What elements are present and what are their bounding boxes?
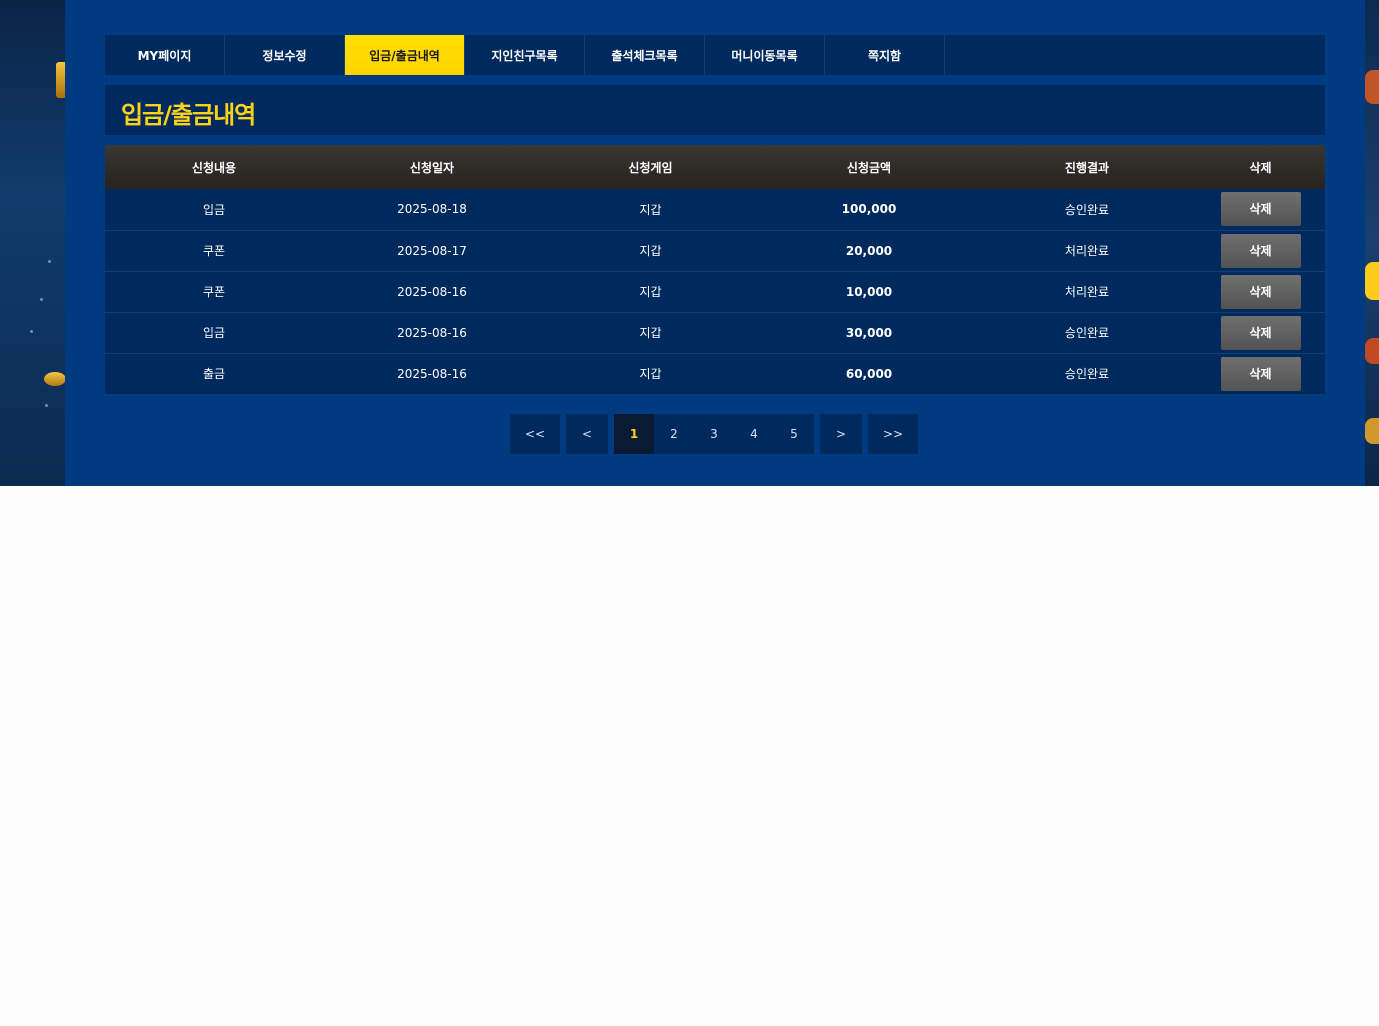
tab-friend-list[interactable]: 지인친구목록 — [465, 35, 585, 75]
table-row: 입금 2025-08-18 지갑 100,000 승인완료 삭제 — [105, 189, 1325, 230]
sparkle-dot — [48, 260, 51, 263]
cell-game: 지갑 — [639, 326, 662, 340]
cell-game: 지갑 — [639, 367, 662, 381]
next-page-button[interactable]: > — [820, 414, 862, 454]
cell-type: 쿠폰 — [202, 244, 226, 258]
sparkle-dot — [45, 404, 48, 407]
decor-shape — [1365, 418, 1379, 444]
cell-date: 2025-08-16 — [397, 366, 467, 381]
column-header-amount: 신청금액 — [846, 160, 892, 175]
page-title: 입금/출금내역 — [121, 101, 256, 129]
table-header-row: 신청내용 신청일자 신청게임 신청금액 진행결과 삭제 — [105, 145, 1325, 189]
page-background: MY페이지 정보수정 입금/출금내역 지인친구목록 출석체크목록 머니이동목록 … — [0, 0, 1379, 486]
sparkle-dot — [40, 298, 43, 301]
pagination: << < 1 2 3 4 5 > >> — [510, 414, 918, 454]
cell-game: 지갑 — [639, 244, 662, 258]
decor-shape — [1365, 70, 1379, 104]
page-number[interactable]: 5 — [774, 414, 814, 454]
history-table: 신청내용 신청일자 신청게임 신청금액 진행결과 삭제 입금 2025-08-1… — [105, 145, 1325, 395]
page-number[interactable]: 3 — [694, 414, 734, 454]
cell-action: 삭제 — [1196, 312, 1325, 353]
cell-action: 삭제 — [1196, 230, 1325, 271]
cell-result: 승인완료 — [1064, 367, 1110, 381]
sparkle-dot — [30, 330, 33, 333]
cell-game: 지갑 — [639, 202, 662, 217]
cell-date: 2025-08-16 — [397, 325, 467, 340]
mypage-panel: MY페이지 정보수정 입금/출금내역 지인친구목록 출석체크목록 머니이동목록 … — [65, 0, 1365, 486]
cell-amount: 60,000 — [845, 366, 893, 381]
cell-action: 삭제 — [1196, 353, 1325, 394]
tab-money-transfer-list[interactable]: 머니이동목록 — [705, 35, 825, 75]
delete-button[interactable]: 삭제 — [1220, 192, 1301, 227]
cell-type: 입금 — [202, 202, 226, 217]
cell-amount: 10,000 — [845, 284, 893, 299]
page-number-current[interactable]: 1 — [614, 414, 654, 454]
tab-my-page[interactable]: MY페이지 — [105, 35, 225, 75]
column-header-type: 신청내용 — [191, 160, 237, 175]
delete-button[interactable]: 삭제 — [1220, 233, 1301, 268]
gold-coin-decor — [44, 372, 66, 386]
page-number[interactable]: 4 — [734, 414, 774, 454]
tab-messages[interactable]: 쪽지함 — [825, 35, 945, 75]
decorative-right-art — [1365, 0, 1379, 486]
table-row: 쿠폰 2025-08-17 지갑 20,000 처리완료 삭제 — [105, 230, 1325, 271]
first-page-button[interactable]: << — [510, 414, 560, 454]
decor-shape — [1365, 262, 1379, 300]
table-row: 쿠폰 2025-08-16 지갑 10,000 처리완료 삭제 — [105, 271, 1325, 312]
delete-button[interactable]: 삭제 — [1220, 315, 1301, 350]
table-row: 출금 2025-08-16 지갑 60,000 승인완료 삭제 — [105, 353, 1325, 394]
delete-button[interactable]: 삭제 — [1220, 274, 1301, 309]
mypage-tabs: MY페이지 정보수정 입금/출금내역 지인친구목록 출석체크목록 머니이동목록 … — [105, 35, 1325, 75]
column-header-delete: 삭제 — [1249, 160, 1272, 175]
cell-result: 처리완료 — [1064, 244, 1110, 258]
tab-edit-info[interactable]: 정보수정 — [225, 35, 345, 75]
section-title-bar: 입금/출금내역 — [105, 85, 1325, 135]
column-header-result: 진행결과 — [1064, 160, 1110, 175]
cell-date: 2025-08-17 — [397, 243, 467, 258]
cell-type: 입금 — [202, 326, 226, 340]
cell-date: 2025-08-16 — [397, 284, 467, 299]
cell-type: 쿠폰 — [202, 285, 226, 299]
column-header-game: 신청게임 — [628, 160, 673, 175]
cell-result: 승인완료 — [1064, 326, 1110, 340]
tab-deposit-withdraw-history[interactable]: 입금/출금내역 — [345, 35, 465, 75]
decor-shape — [1365, 338, 1379, 364]
cell-amount: 20,000 — [845, 243, 893, 258]
page-number[interactable]: 2 — [654, 414, 694, 454]
cell-amount: 100,000 — [841, 202, 897, 217]
prev-page-button[interactable]: < — [566, 414, 608, 454]
cell-type: 출금 — [202, 367, 226, 381]
column-header-date: 신청일자 — [409, 160, 455, 175]
cell-amount: 30,000 — [845, 325, 893, 340]
cell-result: 처리완료 — [1064, 285, 1110, 299]
cell-result: 승인완료 — [1064, 202, 1110, 217]
tab-attendance-list[interactable]: 출석체크목록 — [585, 35, 705, 75]
table-row: 입금 2025-08-16 지갑 30,000 승인완료 삭제 — [105, 312, 1325, 353]
decorative-left-art — [0, 0, 68, 486]
last-page-button[interactable]: >> — [868, 414, 918, 454]
cell-action: 삭제 — [1196, 189, 1325, 230]
cell-game: 지갑 — [639, 285, 662, 299]
delete-button[interactable]: 삭제 — [1220, 356, 1301, 391]
cell-date: 2025-08-18 — [397, 202, 467, 217]
cell-action: 삭제 — [1196, 271, 1325, 312]
